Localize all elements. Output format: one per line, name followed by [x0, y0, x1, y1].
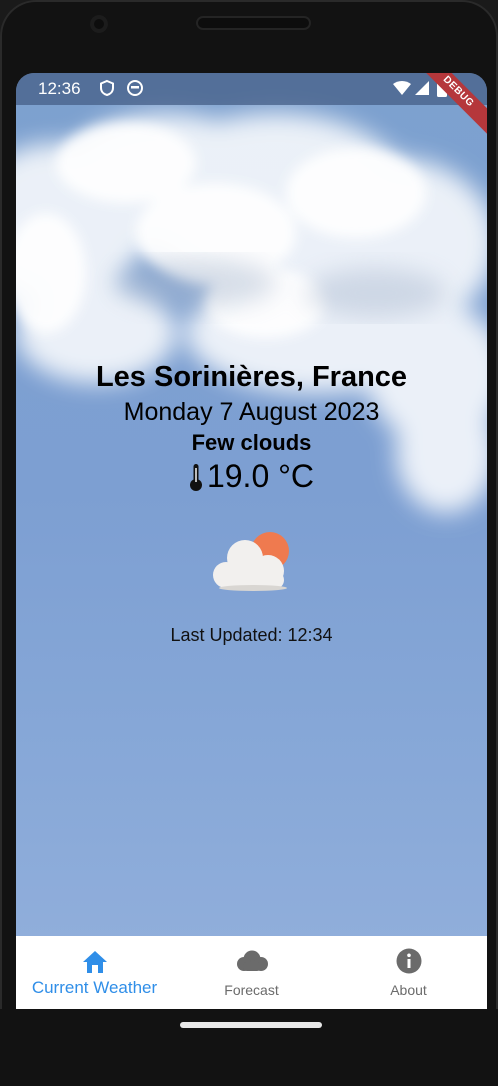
gesture-area: [0, 1009, 498, 1086]
thermometer-icon: [189, 463, 202, 491]
bottom-navigation-bar: Current Weather Forecast About: [16, 936, 487, 1009]
location-title: Les Sorinières, France: [95, 361, 408, 393]
nav-label-current-weather: Current Weather: [31, 978, 158, 997]
nav-item-forecast[interactable]: Forecast: [173, 936, 330, 1009]
weather-description: Few clouds: [191, 430, 312, 455]
date-label: Monday 7 August 2023: [123, 398, 380, 426]
earpiece-speaker: [196, 16, 311, 30]
vpn-shield-icon: [100, 79, 114, 97]
wifi-icon: [393, 81, 411, 95]
device-frame: 12:36 DEBUG Les Sorinières, France Monda…: [0, 0, 498, 1086]
last-updated-label: Last Updated: 12:34: [170, 625, 333, 645]
signal-icon: [415, 81, 429, 95]
cloud-icon: [236, 950, 268, 971]
front-camera: [90, 15, 108, 33]
temperature-row: 19.0 °C: [16, 458, 487, 495]
status-bar: 12:36 DEBUG: [16, 73, 487, 138]
app-screen: 12:36 DEBUG Les Sorinières, France Monda…: [16, 73, 487, 1009]
app-notification-icon: [127, 80, 143, 96]
home-gesture-bar[interactable]: [180, 1022, 322, 1028]
home-icon: [82, 951, 107, 973]
info-icon: [396, 948, 421, 974]
temperature-value: 19.0 °C: [206, 458, 315, 494]
status-time: 12:36: [38, 79, 81, 98]
few-clouds-icon: [213, 532, 289, 591]
nav-item-about[interactable]: About: [330, 936, 487, 1009]
nav-item-current-weather[interactable]: Current Weather: [16, 936, 173, 1009]
nav-label-forecast: Forecast: [224, 982, 279, 998]
nav-label-about: About: [390, 982, 427, 998]
